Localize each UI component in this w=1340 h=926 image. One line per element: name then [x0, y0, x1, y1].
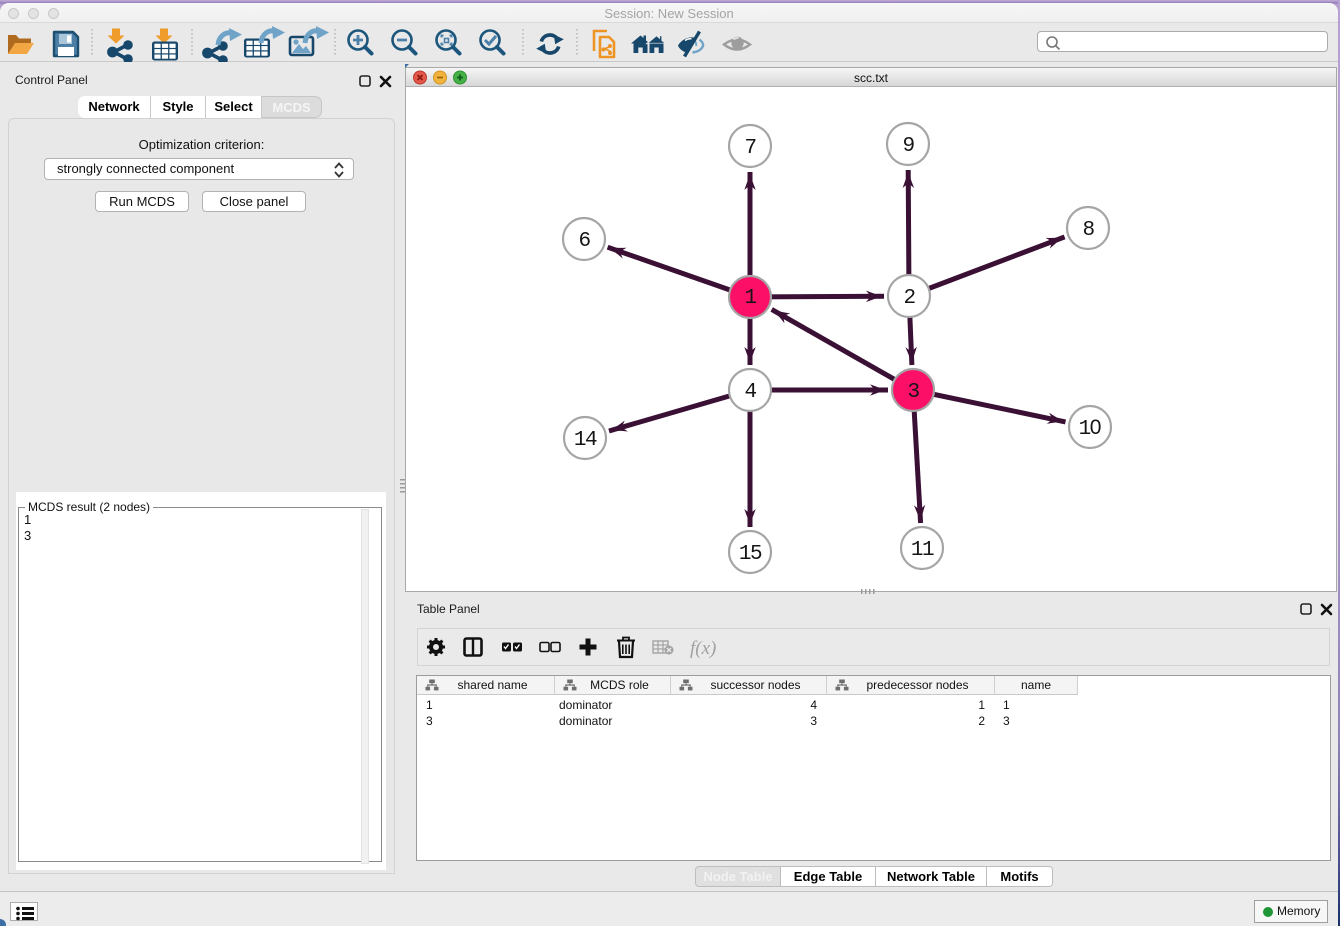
svg-text:8: 8	[1082, 219, 1094, 242]
svg-text:11: 11	[911, 539, 934, 562]
svg-text:14: 14	[574, 429, 597, 452]
svg-text:6: 6	[578, 230, 590, 253]
svg-text:2: 2	[903, 287, 915, 310]
svg-text:3: 3	[907, 381, 919, 404]
svg-text:9: 9	[902, 135, 914, 158]
svg-text:4: 4	[744, 381, 756, 404]
svg-text:15: 15	[739, 543, 762, 566]
svg-text:10: 10	[1079, 416, 1102, 441]
svg-text:7: 7	[744, 137, 755, 160]
svg-text:1: 1	[744, 287, 756, 310]
svg-text:f(x): f(x)	[690, 638, 716, 659]
